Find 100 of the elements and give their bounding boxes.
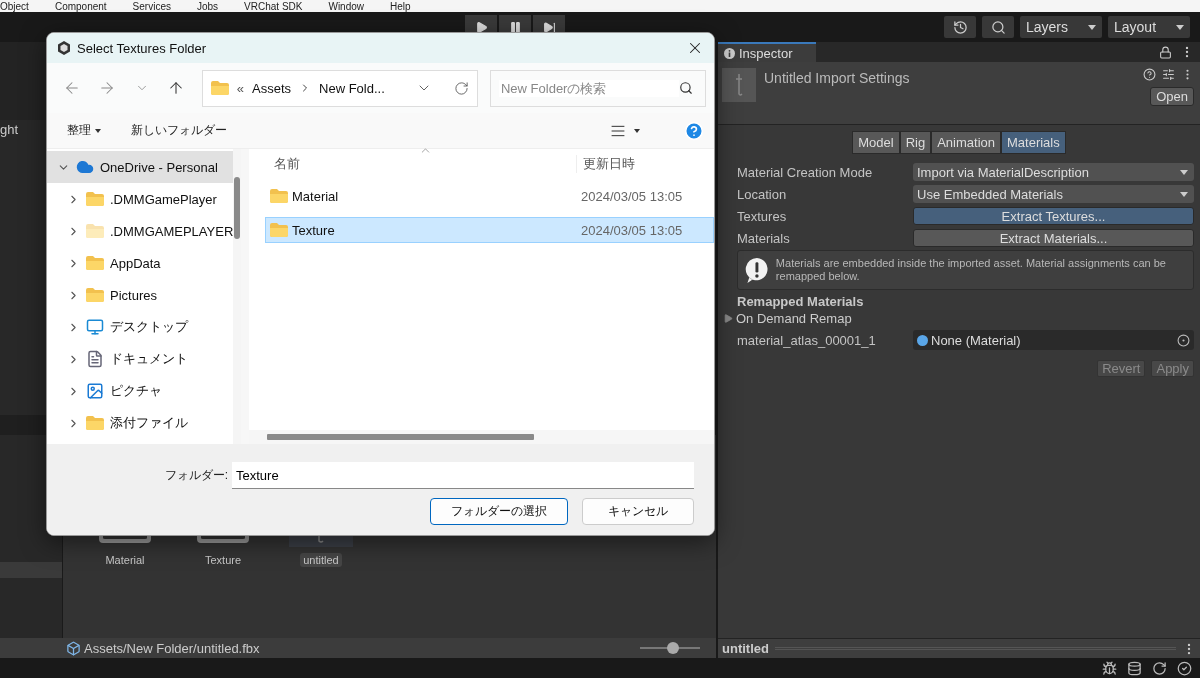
property-label: material_atlas_00001_1 [737,332,877,348]
import-tab[interactable]: Animation [931,131,1001,154]
folder-icon [86,224,104,238]
file-name: Texture [292,222,335,238]
refresh-icon[interactable] [1152,660,1167,676]
preview-title: untitled [722,641,769,656]
column-header[interactable]: 名前 [249,155,577,173]
info-icon [724,47,735,59]
dialog-button[interactable]: キャンセル [582,498,694,525]
modified-date: 2024/03/05 13:05 [580,222,683,238]
dialog-title: Select Textures Folder [77,40,208,56]
column-header[interactable]: 更新日時 [577,155,707,173]
property-label: Materials [737,230,791,246]
nav-item[interactable]: AppData [47,247,234,279]
asset-label: untitled [300,553,342,567]
import-tab[interactable]: Materials [1001,131,1066,154]
nav-item[interactable]: デスクトップ [47,311,234,343]
folder-label: フォルダー: [164,467,228,484]
address-bar[interactable]: « Assets New Fold... [201,69,478,107]
property-dropdown[interactable]: Use Embedded Materials [913,185,1194,203]
asset-label: Texture [203,553,243,567]
desktop-icon [86,318,104,336]
model-icon [318,535,324,543]
folder-icon [86,288,104,302]
inspector-tab[interactable]: Inspector [718,42,816,62]
file-row[interactable]: Texture 2024/03/05 13:05 [265,217,714,243]
folder-name-field[interactable]: Texture [232,462,694,489]
command-button[interactable]: 新しいフォルダー [131,122,227,139]
property-label: Location [737,186,788,202]
play-icon[interactable] [474,20,488,34]
model-thumbnail [722,68,756,102]
lock-icon[interactable] [1159,45,1172,59]
property-dropdown[interactable]: Import via MaterialDescription [913,163,1194,181]
step-icon[interactable] [542,20,556,34]
folder-icon [86,256,104,270]
folder-icon [270,223,288,237]
model-file-icon [66,640,81,656]
nav-item[interactable]: Pictures [47,279,234,311]
extract-button[interactable]: Extract Textures... [913,207,1194,225]
menu-item[interactable]: Window [328,0,365,12]
menu-item[interactable]: Component [54,0,107,12]
inspector-title: Untitled Import Settings [764,69,911,88]
import-tab[interactable]: Model [852,131,900,154]
folder-icon [86,416,104,430]
material-icon [917,334,928,346]
scrollbar-thumb[interactable] [267,434,534,440]
property-label: Material Creation Mode [737,164,874,180]
cloud-icon [76,158,94,176]
import-tab[interactable]: Rig [899,131,932,154]
nav-item[interactable]: ピクチャ [47,375,234,407]
asset-label: Material [104,553,146,567]
nav-item[interactable]: ドキュメント [47,343,234,375]
object-field[interactable]: None (Material) [913,330,1194,350]
search-field[interactable]: New Folderの検索 [489,69,706,107]
property-label: Textures [737,208,788,224]
folder-icon [210,81,229,95]
settings-icon[interactable] [1162,68,1175,81]
database-icon[interactable] [1127,660,1142,676]
layers-dropdown[interactable]: Layers [1020,16,1102,38]
breadcrumb[interactable]: Assets [252,80,292,96]
menu-item[interactable]: Help [390,0,411,12]
nav-item[interactable]: 添付ファイル [47,407,234,439]
history-icon[interactable] [952,19,968,35]
extract-button[interactable]: Extract Materials... [913,229,1194,247]
layout-dropdown[interactable]: Layout [1108,16,1190,38]
help-icon[interactable] [1143,68,1156,81]
menu-item[interactable]: Jobs [196,0,219,12]
file-row[interactable]: Material 2024/03/05 13:05 [265,183,714,209]
modified-date: 2024/03/05 13:05 [580,188,683,204]
dialog-button[interactable]: フォルダーの選択 [430,498,568,525]
command-button[interactable]: 整理 [67,122,101,139]
menu-item[interactable]: Object [0,0,29,12]
breadcrumb[interactable]: New Fold... [319,80,385,96]
nav-item[interactable]: .DMMGAMEPLAYER [47,215,234,247]
overflow-chevron[interactable]: « [236,80,245,96]
open-button[interactable]: Open [1150,87,1194,106]
foldout-arrow-icon[interactable] [724,314,733,323]
object-picker-icon[interactable] [1177,333,1190,347]
document-icon [86,350,104,368]
help-message: Materials are embedded inside the imported asset. Material assignments can be remapped below. [775,257,1167,283]
cube-logo-icon [57,41,71,55]
history-button[interactable] [944,16,976,38]
foldout-label[interactable]: On Demand Remap [736,311,852,326]
search-button[interactable] [982,16,1014,38]
search-icon[interactable] [990,19,1006,35]
menu-item[interactable]: VRChat SDK [244,0,303,12]
bug-icon[interactable] [1102,660,1117,676]
folder-icon [86,192,104,206]
scrollbar-thumb[interactable] [234,177,241,239]
search-icon[interactable] [678,81,693,95]
check-icon[interactable] [1177,660,1192,676]
hierarchy-item-text: ght [0,122,19,137]
pause-icon[interactable] [508,20,522,34]
menu-item[interactable]: Services [132,0,171,12]
nav-item[interactable]: .DMMGamePlayer [47,183,234,215]
file-name: Material [292,188,339,204]
asset-path: Assets/New Folder/untitled.fbx [84,640,261,656]
slider-thumb[interactable] [667,642,679,654]
image-icon [86,382,104,400]
nav-item[interactable]: OneDrive - Personal [47,151,234,183]
